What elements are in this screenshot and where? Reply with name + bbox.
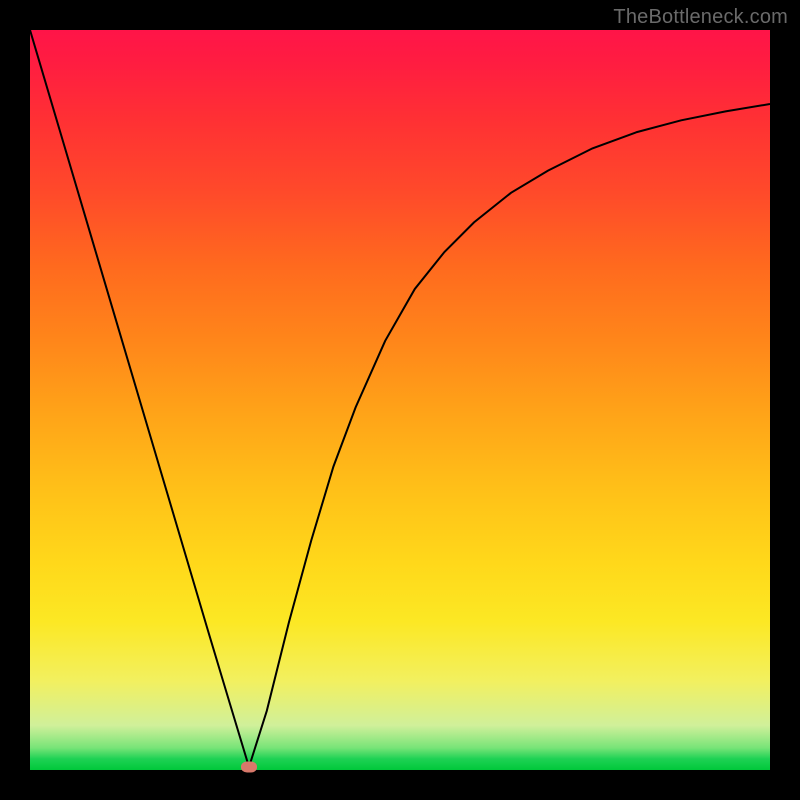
watermark-text: TheBottleneck.com [613, 6, 788, 29]
plot-area [30, 30, 770, 770]
minimum-marker [241, 762, 257, 773]
curve-layer [30, 30, 770, 770]
bottleneck-curve [30, 30, 770, 767]
chart-frame: TheBottleneck.com [0, 0, 800, 800]
